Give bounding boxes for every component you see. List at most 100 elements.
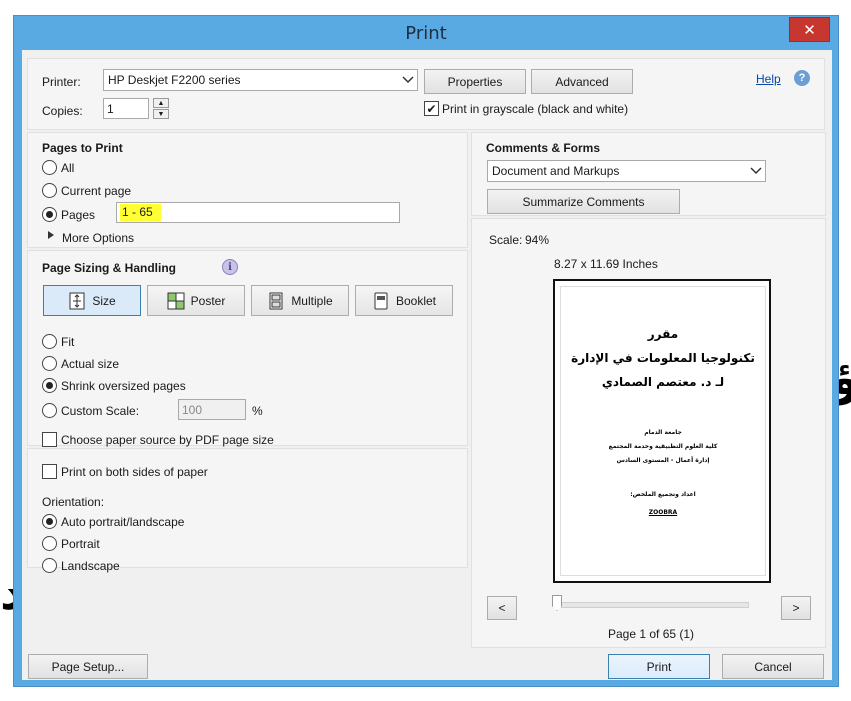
multiple-mode-button[interactable]: Multiple [251,285,349,316]
multiple-mode-label: Multiple [291,293,333,308]
next-page-button[interactable]: > [781,596,811,620]
print-dialog: Print ✕ Printer: HP Deskjet F2200 series… [13,15,839,687]
cancel-button-label: Cancel [754,659,792,674]
advanced-button[interactable]: Advanced [531,69,633,94]
booklet-icon [374,292,388,309]
printer-label: Printer: [42,75,81,89]
orientation-panel: Print on both sides of paper Orientation… [27,448,468,573]
radio-portrait[interactable] [42,536,57,551]
radio-all[interactable] [42,160,57,175]
previous-page-button[interactable]: < [487,596,517,620]
scale-value: 94% [525,233,550,247]
help-link[interactable]: Help [756,72,781,86]
scale-label: Scale: [489,233,523,247]
page-sizing-panel: Page Sizing & Handling i Size Poster Mul… [27,250,468,447]
properties-button-label: Properties [447,74,503,89]
pages-to-print-panel: Pages to Print All Current page Pages 1 … [27,132,468,248]
poster-mode-label: Poster [190,293,226,308]
radio-actual-size[interactable] [42,356,57,371]
preview-line-course: مقرر [647,327,679,341]
size-mode-button[interactable]: Size [43,285,141,316]
radio-current-page[interactable] [42,183,57,198]
preview-author-line: ZOOBRA [648,509,678,516]
chevron-left-icon: < [498,601,506,615]
poster-mode-button[interactable]: Poster [147,285,245,316]
custom-scale-value: 100 [182,402,203,417]
page-preview: مقرر تكنولوجيا المعلومات في الإدارة لـ د… [553,279,771,583]
pages-range-input[interactable]: 1 - 65 [116,202,400,223]
summarize-comments-label: Summarize Comments [522,194,645,209]
booklet-mode-button[interactable]: Booklet [355,285,453,316]
radio-shrink-oversized[interactable] [42,378,57,393]
close-button[interactable]: ✕ [789,17,830,42]
page-preview-content: مقرر تكنولوجيا المعلومات في الإدارة لـ د… [560,286,766,576]
radio-current-page-label: Current page [61,184,132,198]
sizing-mode-bar: Size Poster Multiple Booklet [43,285,453,316]
info-icon[interactable]: i [222,259,238,275]
copies-value: 1 [107,101,114,116]
both-sides-checkbox[interactable] [42,464,57,479]
radio-auto-orientation[interactable] [42,514,57,529]
radio-all-label: All [61,161,75,175]
chevron-down-icon [397,70,417,90]
dialog-title: Print [405,23,447,44]
checkmark-icon: ✔ [426,101,437,116]
page-setup-label: Page Setup... [51,659,125,674]
pages-range-value: 1 - 65 [120,204,161,221]
title-bar[interactable]: Print ✕ [14,16,838,50]
printer-panel: Printer: HP Deskjet F2200 series Propert… [27,58,825,130]
poster-icon [167,292,185,309]
size-mode-label: Size [92,293,116,308]
dialog-body: Printer: HP Deskjet F2200 series Propert… [22,50,832,680]
grayscale-label: Print in grayscale (black and white) [442,102,629,116]
comments-select[interactable]: Document and Markups [487,160,766,182]
custom-scale-unit: % [252,404,263,418]
comments-heading: Comments & Forms [486,141,601,155]
preview-small-line-3: إدارة أعمال - المستوى السادس [616,457,710,464]
orientation-label: Orientation: [42,495,105,509]
print-button-label: Print [646,659,672,674]
radio-landscape[interactable] [42,558,57,573]
preview-prep-line: اعداد وتجميع الملخص: [630,491,696,498]
printer-select[interactable]: HP Deskjet F2200 series [103,69,418,91]
preview-small-line-1: جامعة الدمام [644,429,682,436]
paper-source-label: Choose paper source by PDF page size [61,433,274,447]
radio-fit-label: Fit [61,335,75,349]
multiple-icon [269,292,283,309]
print-button[interactable]: Print [608,654,710,679]
page-setup-button[interactable]: Page Setup... [28,654,148,679]
printer-selected-value: HP Deskjet F2200 series [108,73,241,87]
copies-input[interactable]: 1 [103,98,149,119]
page-slider-track[interactable] [557,602,749,608]
more-options-link[interactable]: More Options [62,231,134,245]
comments-selected-value: Document and Markups [492,164,620,178]
radio-custom-scale[interactable] [42,403,57,418]
page-indicator: Page 1 of 65 (1) [608,627,695,641]
radio-actual-size-label: Actual size [61,357,120,371]
pages-to-print-heading: Pages to Print [42,141,123,155]
copies-down-arrow-icon[interactable]: ▼ [153,109,169,119]
radio-pages[interactable] [42,207,57,222]
custom-scale-input[interactable]: 100 [178,399,246,420]
grayscale-checkbox[interactable]: ✔ [424,101,439,116]
copies-up-arrow-icon[interactable]: ▲ [153,98,169,108]
preview-small-line-2: كلية العلوم التطبيقية وخدمة المجتمع [608,443,718,450]
preview-line-instructor: لـ د. معتصم الصمادي [601,375,725,389]
page-sizing-heading: Page Sizing & Handling [42,261,177,275]
paper-size-label: 8.27 x 11.69 Inches [554,257,658,271]
radio-auto-orientation-label: Auto portrait/landscape [61,515,185,529]
booklet-mode-label: Booklet [395,293,437,308]
cancel-button[interactable]: Cancel [722,654,824,679]
radio-shrink-oversized-label: Shrink oversized pages [61,379,186,393]
advanced-button-label: Advanced [555,74,609,89]
comments-panel: Comments & Forms Document and Markups Su… [471,132,826,216]
radio-custom-scale-label: Custom Scale: [61,404,140,418]
summarize-comments-button[interactable]: Summarize Comments [487,189,680,214]
chevron-right-icon: > [792,601,800,615]
properties-button[interactable]: Properties [424,69,526,94]
expand-triangle-icon[interactable] [48,231,54,239]
help-icon[interactable]: ? [794,70,810,86]
copies-label: Copies: [42,104,83,118]
paper-source-checkbox[interactable] [42,432,57,447]
radio-fit[interactable] [42,334,57,349]
